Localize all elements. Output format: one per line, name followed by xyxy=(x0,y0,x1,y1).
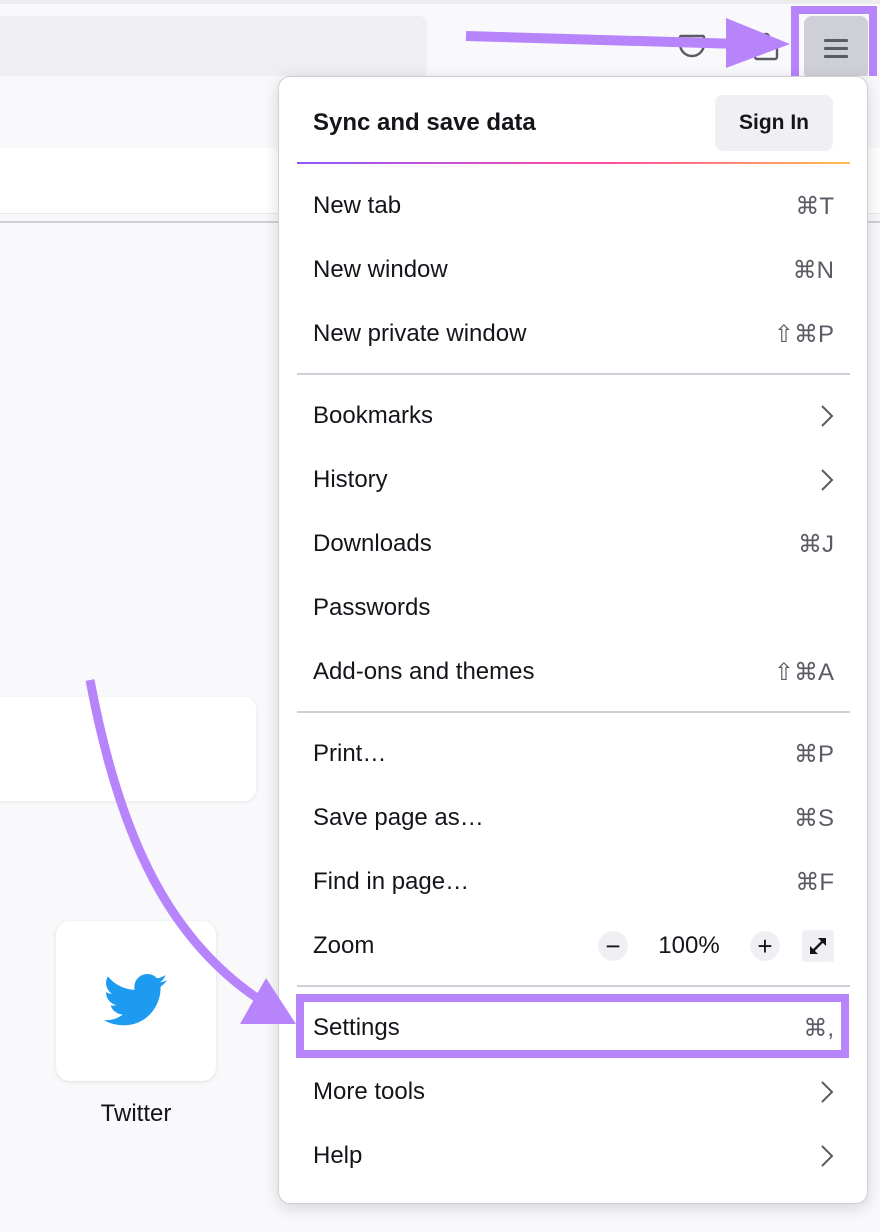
extensions-icon[interactable] xyxy=(750,30,782,62)
zoom-out-button[interactable]: − xyxy=(598,931,628,961)
chevron-right-icon xyxy=(821,469,834,491)
menu-item-zoom: Zoom − 100% + xyxy=(297,914,850,978)
gradient-divider xyxy=(297,162,850,164)
menu-item-more-tools[interactable]: More tools xyxy=(297,1060,850,1124)
shortcut-label: ⇧⌘P xyxy=(773,320,834,348)
menu-item-new-tab[interactable]: New tab ⌘T xyxy=(297,174,850,238)
shortcut-label: ⌘J xyxy=(798,530,834,558)
menu-divider xyxy=(297,373,850,375)
twitter-bird-icon xyxy=(103,974,168,1026)
menu-item-new-private-window[interactable]: New private window ⇧⌘P xyxy=(297,302,850,366)
menu-item-bookmarks[interactable]: Bookmarks xyxy=(297,384,850,448)
panel-header: Sync and save data Sign In xyxy=(279,77,867,165)
sync-title: Sync and save data xyxy=(313,109,536,136)
shortcut-label: ⌘P xyxy=(793,740,834,768)
chevron-right-icon xyxy=(821,405,834,427)
shortcut-label: ⇧⌘A xyxy=(773,658,834,686)
fullscreen-icon xyxy=(810,938,826,954)
chevron-right-icon xyxy=(821,1081,834,1103)
shortcut-tile-label: Twitter xyxy=(100,1100,172,1127)
zoom-reset-button[interactable]: 100% xyxy=(628,932,750,960)
menu-item-print[interactable]: Print… ⌘P xyxy=(297,722,850,786)
menu-item-downloads[interactable]: Downloads ⌘J xyxy=(297,512,850,576)
menu-divider xyxy=(297,985,850,987)
shortcut-label: ⌘N xyxy=(792,256,834,284)
menu-item-new-window[interactable]: New window ⌘N xyxy=(297,238,850,302)
shortcut-label: ⌘S xyxy=(793,804,834,832)
fullscreen-button[interactable] xyxy=(802,930,834,962)
menu-divider xyxy=(297,711,850,713)
pocket-icon[interactable] xyxy=(676,30,708,62)
menu-item-save-page[interactable]: Save page as… ⌘S xyxy=(297,786,850,850)
shortcut-label: ⌘F xyxy=(795,868,834,896)
browser-toolbar xyxy=(0,0,880,90)
settings-highlight-box xyxy=(296,994,849,1058)
shortcut-label: ⌘T xyxy=(795,192,834,220)
menu-item-addons-themes[interactable]: Add-ons and themes ⇧⌘A xyxy=(297,640,850,704)
search-card[interactable] xyxy=(0,697,256,801)
zoom-in-button[interactable]: + xyxy=(750,931,780,961)
chevron-right-icon xyxy=(821,1145,834,1167)
url-bar[interactable] xyxy=(0,16,427,79)
menu-item-history[interactable]: History xyxy=(297,448,850,512)
menu-item-passwords[interactable]: Passwords xyxy=(297,576,850,640)
sign-in-button[interactable]: Sign In xyxy=(715,95,833,151)
shortcut-tile-twitter[interactable] xyxy=(56,921,216,1081)
menu-item-find-in-page[interactable]: Find in page… ⌘F xyxy=(297,850,850,914)
zoom-controls: − 100% + xyxy=(598,930,834,962)
menu-item-help[interactable]: Help xyxy=(297,1124,850,1188)
